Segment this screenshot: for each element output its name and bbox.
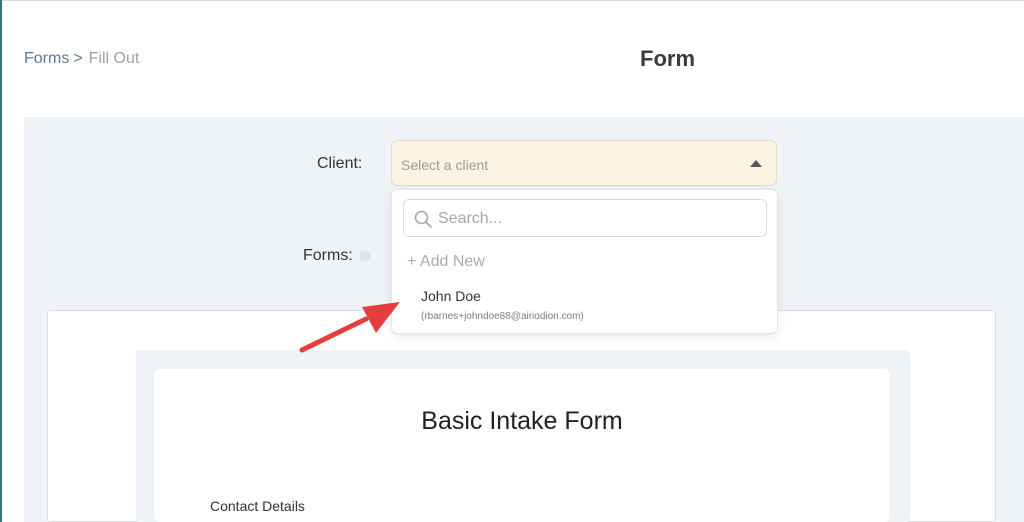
top-border [0, 0, 1024, 1]
annotation-arrow [299, 302, 400, 353]
breadcrumb-current: Fill Out [88, 50, 140, 67]
client-select-placeholder: Select a client [401, 157, 489, 173]
chevron-right-icon: > [73, 50, 83, 67]
add-new-client-option[interactable]: + Add New [407, 253, 485, 271]
info-icon[interactable] [358, 250, 371, 262]
form-title: Basic Intake Form [421, 407, 623, 435]
forms-label-group: Forms: [303, 247, 371, 265]
page-title: Form [640, 46, 695, 71]
form-card: Basic Intake Form Contact Details [154, 369, 890, 522]
client-dropdown-menu: + Add New John Doe (rbarnes+johndoe88@ai… [391, 189, 778, 334]
caret-up-icon[interactable] [750, 160, 762, 167]
client-select[interactable]: Select a client [391, 140, 777, 186]
breadcrumb-forms-link[interactable]: Forms [24, 50, 69, 68]
section-label-contact-details: Contact Details [210, 498, 305, 514]
client-option-john-doe[interactable]: John Doe (rbarnes+johndoe88@airiodion.co… [392, 284, 777, 328]
forms-label: Forms: [303, 247, 353, 264]
client-option-email: (rbarnes+johndoe88@airiodion.com) [421, 311, 584, 322]
search-input[interactable] [436, 206, 760, 232]
search-field[interactable] [403, 199, 767, 237]
client-label: Client: [317, 155, 363, 172]
left-border [0, 0, 2, 522]
client-option-name: John Doe [421, 288, 481, 304]
search-icon [414, 210, 432, 228]
breadcrumb: Forms > Fill Out [24, 50, 139, 68]
